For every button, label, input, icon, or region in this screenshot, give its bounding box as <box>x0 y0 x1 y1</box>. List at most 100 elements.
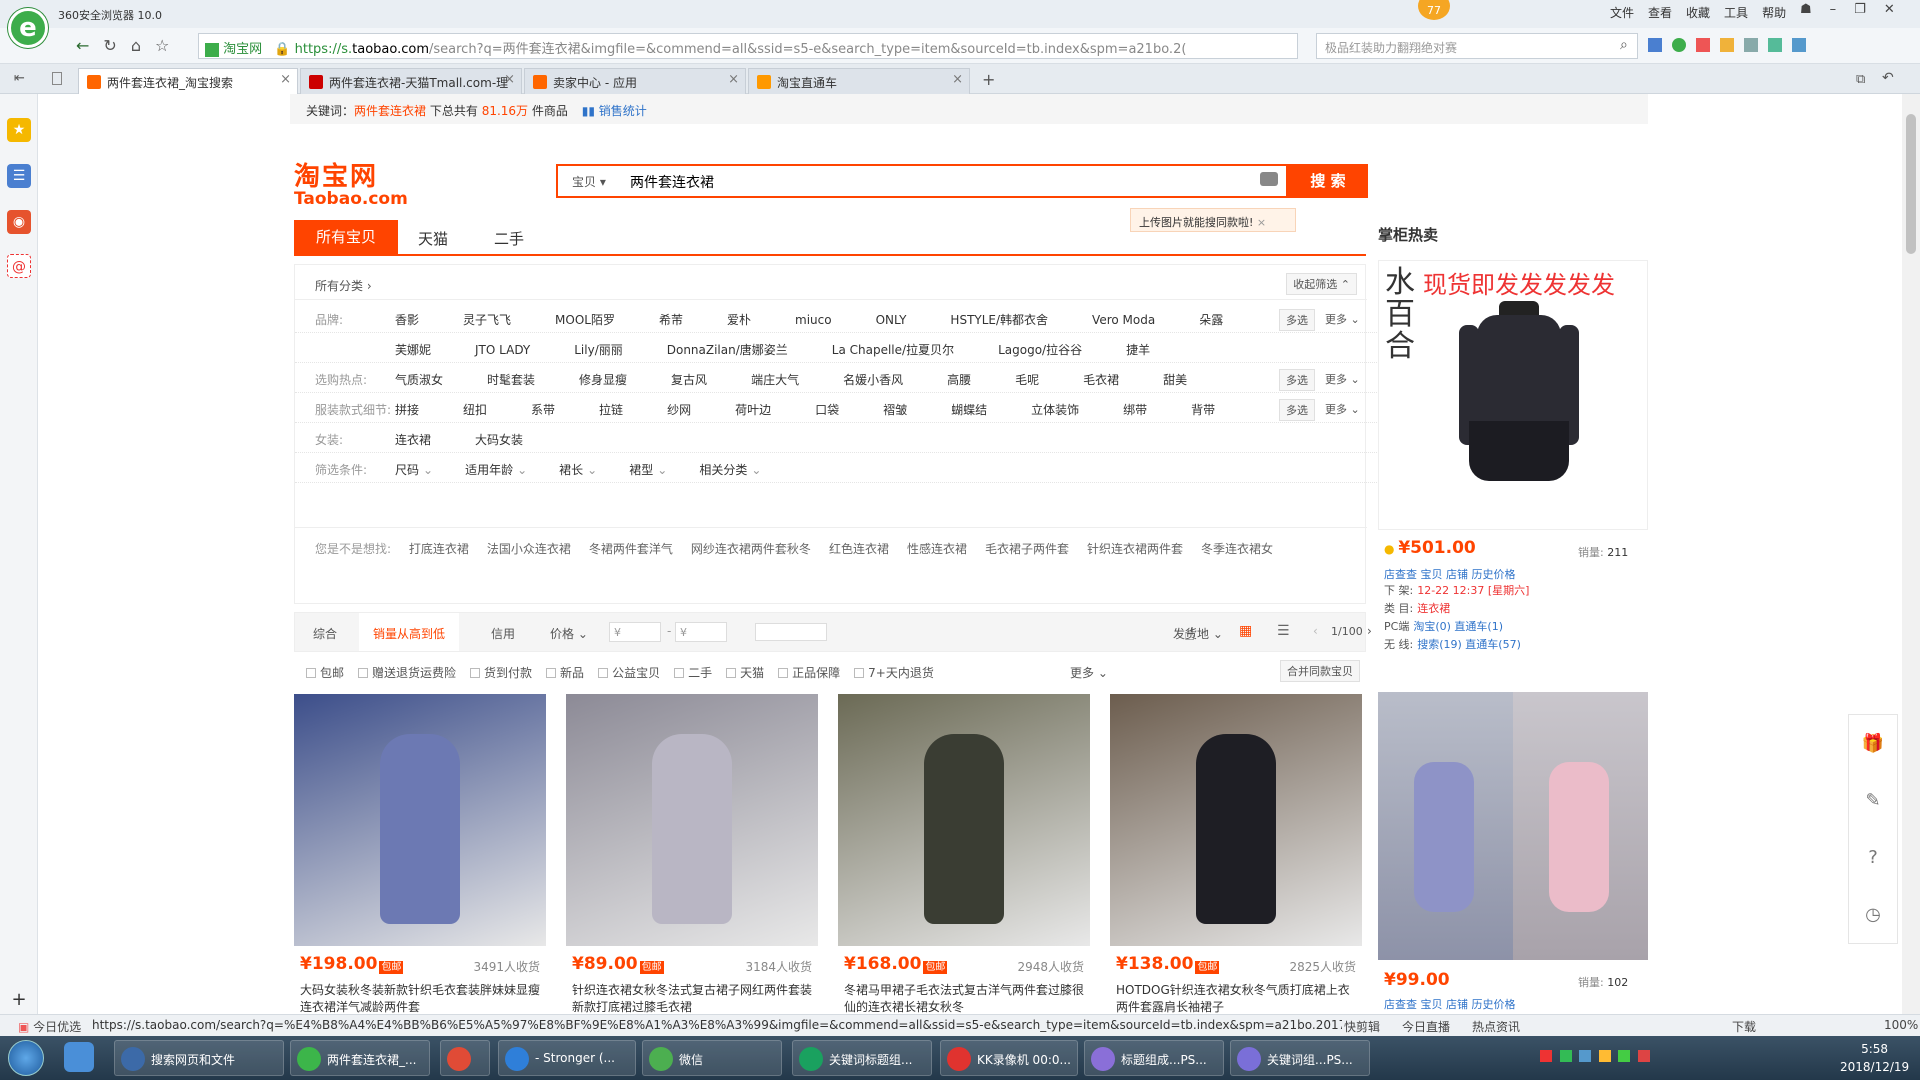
attribute-value[interactable]: 灵子飞飞 <box>463 311 511 328</box>
attribute-value[interactable]: miuco <box>795 313 832 327</box>
attribute-value[interactable]: ONLY <box>876 313 907 327</box>
taskbar-item[interactable] <box>440 1040 490 1076</box>
attribute-value[interactable]: 高腰 <box>947 371 971 388</box>
taskbar-item[interactable]: 标题组成...PS... <box>1084 1040 1224 1076</box>
taobao-logo[interactable]: 淘宝网 Taobao.com <box>294 156 408 209</box>
search-button[interactable]: 搜 索 <box>1288 164 1368 198</box>
sales-stats-link[interactable]: 销售统计 <box>599 104 647 118</box>
tray-icon[interactable] <box>1618 1050 1630 1062</box>
menu-help[interactable]: 帮助 <box>1762 4 1786 21</box>
attribute-value[interactable]: 大码女装 <box>475 431 523 448</box>
quick-edit-link[interactable]: 快剪辑 <box>1344 1018 1380 1035</box>
taskbar-item[interactable]: - Stronger (... <box>498 1040 636 1076</box>
product-title[interactable]: 大码女装秋冬装新款针织毛衣套装胖妹妹显瘦连衣裙洋气减龄两件套 <box>300 982 540 1014</box>
attribute-value[interactable]: 纽扣 <box>463 401 487 418</box>
attribute-value[interactable]: 连衣裙 <box>395 431 431 448</box>
attribute-value[interactable]: 裙长 <box>559 461 583 478</box>
attribute-value[interactable]: 复古风 <box>671 371 707 388</box>
attribute-value[interactable]: DonnaZilan/唐娜姿兰 <box>667 341 788 358</box>
tab-second-hand[interactable]: 二手 <box>494 228 524 249</box>
zoom-level[interactable]: 100% <box>1884 1018 1918 1032</box>
attribute-value[interactable]: Lily/丽丽 <box>574 341 623 358</box>
sort-sales[interactable]: 销量从高到低 <box>359 613 460 651</box>
attribute-value[interactable]: 甜美 <box>1163 371 1187 388</box>
skin-icon[interactable]: ☗ <box>1800 2 1812 17</box>
more-button[interactable]: 更多 ⌄ <box>1325 371 1360 387</box>
tray-icon[interactable] <box>1637 1050 1650 1062</box>
tab-seller[interactable]: 卖家中心 - 应用 × <box>524 68 746 94</box>
taskbar-item[interactable]: 关键词标题组... <box>792 1040 932 1076</box>
attribute-value[interactable]: Lagogo/拉谷谷 <box>998 341 1082 358</box>
help-icon[interactable]: ? <box>1849 829 1897 886</box>
ad-product-card[interactable]: ¥99.00 销量: 102 店查查 宝贝 店铺 历史价格 <box>1378 692 1648 1014</box>
suggest-link[interactable]: 红色连衣裙 <box>829 542 889 556</box>
taskbar-item[interactable]: 搜索网页和文件 <box>114 1040 284 1076</box>
attribute-value[interactable]: 爱朴 <box>727 311 751 328</box>
extension-icon[interactable] <box>1768 38 1782 52</box>
attribute-value[interactable]: JTO LADY <box>475 343 530 357</box>
taskbar-item[interactable]: KK录像机 00:0... <box>940 1040 1078 1076</box>
attribute-value[interactable]: 裙型 <box>629 461 653 478</box>
attribute-value[interactable]: 系带 <box>531 401 555 418</box>
attribute-value[interactable]: 时髦套装 <box>487 371 535 388</box>
hot-sale-links[interactable]: 店查查 宝贝 店铺 历史价格 <box>1384 566 1516 582</box>
search-scope-select[interactable]: 宝贝 ▾ <box>572 173 606 190</box>
attribute-value[interactable]: 捷羊 <box>1126 341 1150 358</box>
attribute-value[interactable]: 背带 <box>1191 401 1215 418</box>
collapse-filter-button[interactable]: 收起筛选 ⌃ <box>1286 273 1357 295</box>
filter-checkbox[interactable]: 赠送退货运费险 <box>358 666 456 680</box>
sort-credit[interactable]: 信用 <box>491 625 515 642</box>
tab-tmall-items[interactable]: 天猫 <box>418 228 448 249</box>
multi-select-button[interactable]: 多选 <box>1279 399 1315 421</box>
suggest-link[interactable]: 打底连衣裙 <box>409 542 469 556</box>
attribute-value[interactable]: 修身显瘦 <box>579 371 627 388</box>
tray-icon[interactable] <box>1559 1050 1572 1062</box>
filter-checkbox[interactable]: 正品保障 <box>778 666 840 680</box>
app-icon[interactable] <box>64 1042 94 1072</box>
maximize-icon[interactable]: ❐ <box>1854 2 1866 17</box>
list-icon[interactable]: ☰ <box>7 164 31 188</box>
filter-checkbox[interactable]: 二手 <box>674 666 712 680</box>
attribute-value[interactable]: 蝴蝶结 <box>951 401 987 418</box>
undo-icon[interactable]: ↶ <box>1882 70 1894 86</box>
filter-checkbox[interactable]: 新品 <box>546 666 584 680</box>
tab-close-icon[interactable]: × <box>952 72 963 87</box>
home-icon[interactable]: ⌂ <box>131 36 141 55</box>
suggest-link[interactable]: 性感连衣裙 <box>907 542 967 556</box>
tab-close-icon[interactable]: × <box>728 72 739 87</box>
attribute-value[interactable]: 绑带 <box>1123 401 1147 418</box>
filter-checkbox[interactable]: 公益宝贝 <box>598 666 660 680</box>
product-card[interactable]: ¥198.00 包邮 3491人收货 大码女装秋冬装新款针织毛衣套装胖妹妹显瘦连衣裙洋… <box>294 694 546 1014</box>
all-categories-link[interactable]: 所有分类 › <box>315 277 372 294</box>
checkbox-box[interactable] <box>470 668 481 678</box>
attribute-value[interactable]: 拼接 <box>395 401 419 418</box>
search-input[interactable]: 两件套连衣裙 <box>630 172 714 192</box>
extension-icon[interactable] <box>1648 38 1662 52</box>
page-icon[interactable] <box>52 72 62 85</box>
merge-same-checkbox[interactable]: 合并同款宝贝 <box>1280 660 1360 682</box>
price-from-input[interactable]: ¥ <box>609 622 661 642</box>
product-title[interactable]: 针织连衣裙女秋冬法式复古裙子网红两件套装新款打底裙过膝毛衣裙 <box>572 982 812 1014</box>
refresh-icon[interactable]: ↻ <box>103 36 116 55</box>
favorites-icon[interactable]: ★ <box>7 118 31 142</box>
filter-checkbox[interactable]: 天猫 <box>726 666 764 680</box>
live-link[interactable]: 今日直播 <box>1402 1018 1450 1035</box>
attribute-value[interactable]: 朵露 <box>1199 311 1223 328</box>
suggest-link[interactable]: 冬季连衣裙女 <box>1201 542 1273 556</box>
tab-search[interactable]: 两件套连衣裙_淘宝搜索 × <box>78 68 298 94</box>
minimize-icon[interactable]: – <box>1830 2 1837 17</box>
new-tab-icon[interactable]: + <box>982 70 995 89</box>
more-button[interactable]: 更多 ⌄ <box>1325 311 1360 327</box>
menu-tools[interactable]: 工具 <box>1724 4 1748 21</box>
sort-price[interactable]: 价格 ⌄ <box>550 625 588 642</box>
list-view-icon[interactable]: ☰ <box>1277 623 1290 639</box>
price-to-input[interactable]: ¥ <box>675 622 727 642</box>
daily-pick-link[interactable]: ▣ 今日优选 <box>18 1018 81 1035</box>
attribute-value[interactable]: 尺码 <box>395 461 419 478</box>
suggest-link[interactable]: 毛衣裙子两件套 <box>985 542 1069 556</box>
product-image[interactable] <box>566 694 818 946</box>
sidebar-toggle-icon[interactable]: ⇤ <box>14 71 25 86</box>
start-icon[interactable] <box>8 1040 44 1076</box>
weibo-icon[interactable]: ◉ <box>7 210 31 234</box>
camera-icon[interactable] <box>1260 172 1278 186</box>
